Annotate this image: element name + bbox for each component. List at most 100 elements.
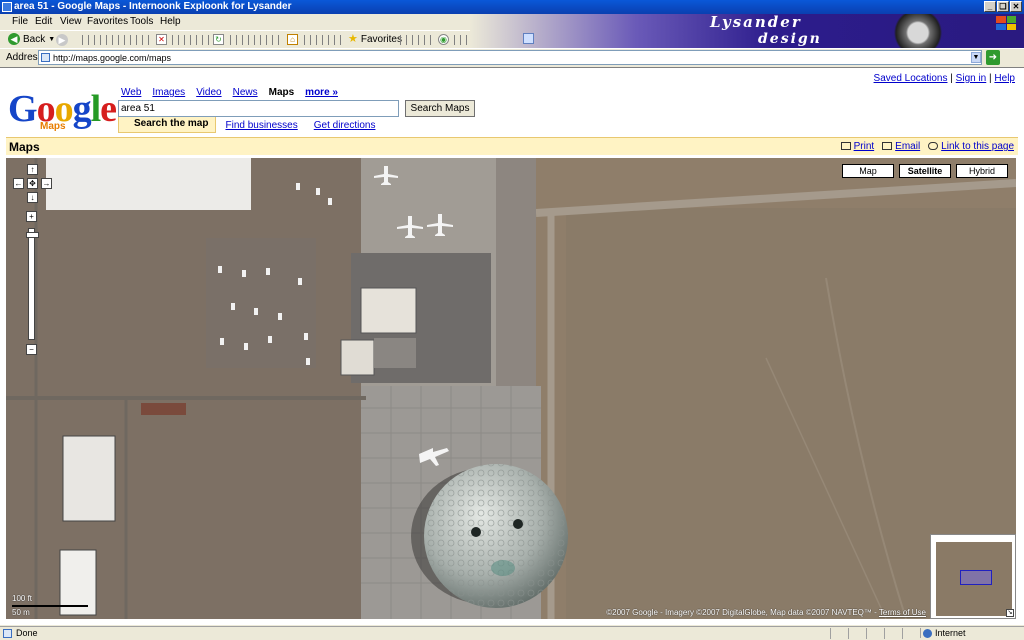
map-actions: Print Email Link to this page [840, 141, 1014, 152]
nav-web[interactable]: Web [121, 87, 141, 98]
nav-more[interactable]: more » [305, 87, 338, 98]
favorites-label: Favorites [360, 34, 402, 45]
history-icon[interactable] [523, 33, 534, 44]
window-title: area 51 - Google Maps - Internoonk Explo… [14, 1, 292, 12]
status-cell [866, 628, 882, 639]
star-icon: ★ [348, 33, 358, 45]
zoom-out-button[interactable]: − [26, 344, 37, 355]
home-icon[interactable]: ⌂ [287, 34, 298, 45]
go-button[interactable]: ➜ [986, 50, 1000, 65]
email-action[interactable]: Email [882, 141, 920, 152]
brand-name: Lysander [710, 14, 802, 31]
scale-meters: 50 m [12, 608, 30, 617]
satellite-imagery [6, 158, 1016, 619]
address-input[interactable] [38, 50, 982, 65]
print-action[interactable]: Print [840, 141, 875, 152]
favorites-button[interactable]: ★ Favorites [348, 33, 402, 46]
minimize-button[interactable]: _ [984, 1, 996, 12]
link-action[interactable]: Link to this page [928, 141, 1014, 152]
status-text: Done [16, 628, 38, 638]
back-label: Back [23, 33, 46, 45]
menu-tools[interactable]: Tools [130, 16, 153, 27]
menu-edit[interactable]: Edit [35, 16, 52, 27]
zoom-slider[interactable] [26, 228, 39, 340]
menu-favorites[interactable]: Favorites [87, 16, 128, 27]
search-mode-tabs: Search the map Find businesses Get direc… [118, 117, 375, 133]
forward-button[interactable]: ▶ [56, 34, 68, 46]
envelope-icon [882, 142, 893, 150]
back-dropdown-icon[interactable]: ▼ [48, 36, 55, 43]
golf-ball-eye [471, 527, 481, 537]
pan-center-button[interactable]: ✥ [27, 178, 38, 189]
tab-search-the-map[interactable]: Search the map [118, 117, 217, 133]
menu-help[interactable]: Help [160, 16, 181, 27]
logo-subtitle: Maps [40, 121, 66, 132]
menu-file[interactable]: File [12, 16, 28, 27]
zoom-slider-thumb[interactable] [26, 232, 39, 238]
print-link[interactable]: Print [854, 141, 875, 152]
stop-icon[interactable]: ✕ [156, 34, 167, 45]
brand-tagline: design [758, 31, 822, 47]
search-maps-button[interactable]: Search Maps [405, 100, 475, 117]
saved-locations-link[interactable]: Saved Locations [874, 73, 948, 84]
nav-images[interactable]: Images [152, 87, 185, 98]
scale-feet: 100 ft [12, 594, 33, 603]
chain-link-icon [928, 142, 939, 150]
overview-map[interactable]: ↘ [930, 534, 1016, 619]
security-zone: Internet [920, 628, 966, 638]
map-search-input[interactable] [118, 100, 399, 117]
overview-viewport-box[interactable] [960, 570, 992, 585]
overview-imagery [936, 542, 1012, 616]
window-titlebar[interactable]: area 51 - Google Maps - Internoonk Explo… [0, 0, 1024, 14]
overview-toggle-button[interactable]: ↘ [1006, 609, 1014, 617]
pan-up-button[interactable]: ↑ [27, 164, 38, 175]
toolbar-grip [230, 35, 284, 45]
golf-ball-eye [513, 519, 523, 529]
menu-view[interactable]: View [60, 16, 82, 27]
page-icon [41, 53, 50, 62]
close-button[interactable]: ✕ [1010, 1, 1022, 12]
toolbar-grip [400, 35, 434, 45]
address-dropdown-button[interactable]: ▼ [971, 52, 981, 63]
windows-logo-icon [996, 16, 1016, 30]
logo-letter: e [100, 88, 117, 130]
sign-in-link[interactable]: Sign in [956, 73, 987, 84]
map-copyright: ©2007 Google - Imagery ©2007 DigitalGlob… [606, 608, 926, 617]
email-link[interactable]: Email [895, 141, 920, 152]
status-cell [830, 628, 846, 639]
satellite-map[interactable]: Map Satellite Hybrid ↑ ← ✥ → ↓ + − 100 f… [6, 158, 1016, 619]
terms-of-use-link[interactable]: Terms of Use [879, 608, 926, 617]
zoom-in-button[interactable]: + [26, 211, 37, 222]
nav-maps-current: Maps [268, 87, 295, 98]
pan-down-button[interactable]: ↓ [27, 192, 38, 203]
copyright-text: ©2007 Google - Imagery ©2007 DigitalGlob… [606, 608, 877, 617]
map-type-hybrid[interactable]: Hybrid [956, 164, 1008, 178]
link-to-page[interactable]: Link to this page [941, 141, 1014, 152]
back-button[interactable]: ◀ Back ▼ [8, 33, 55, 45]
nav-video[interactable]: Video [196, 87, 221, 98]
nav-news[interactable]: News [233, 87, 258, 98]
refresh-icon[interactable]: ↻ [213, 34, 224, 45]
zone-label: Internet [935, 628, 966, 638]
branding-banner: Lysander design [470, 14, 1024, 48]
browser-viewport: Saved Locations | Sign in | Help Google … [0, 67, 1024, 625]
help-link[interactable]: Help [994, 73, 1015, 84]
maps-heading: Maps [9, 140, 40, 154]
hangar-annex [374, 338, 416, 368]
window-controls: _ ❑ ✕ [984, 1, 1022, 12]
map-type-map[interactable]: Map [842, 164, 894, 178]
maps-header-bar: Maps Print Email Link to this page [6, 137, 1018, 155]
media-icon[interactable]: ◉ [438, 34, 449, 45]
maximize-button[interactable]: ❑ [997, 1, 1009, 12]
account-links: Saved Locations | Sign in | Help [874, 73, 1015, 84]
map-type-satellite[interactable]: Satellite [899, 164, 951, 178]
globe-icon [923, 629, 932, 638]
tab-find-businesses[interactable]: Find businesses [225, 120, 297, 131]
hangar-building [360, 287, 417, 334]
pan-right-button[interactable]: → [41, 178, 52, 189]
building [62, 435, 116, 522]
golf-ball-mouth [491, 560, 515, 576]
tab-get-directions[interactable]: Get directions [314, 120, 376, 131]
pan-left-button[interactable]: ← [13, 178, 24, 189]
status-cell [884, 628, 900, 639]
